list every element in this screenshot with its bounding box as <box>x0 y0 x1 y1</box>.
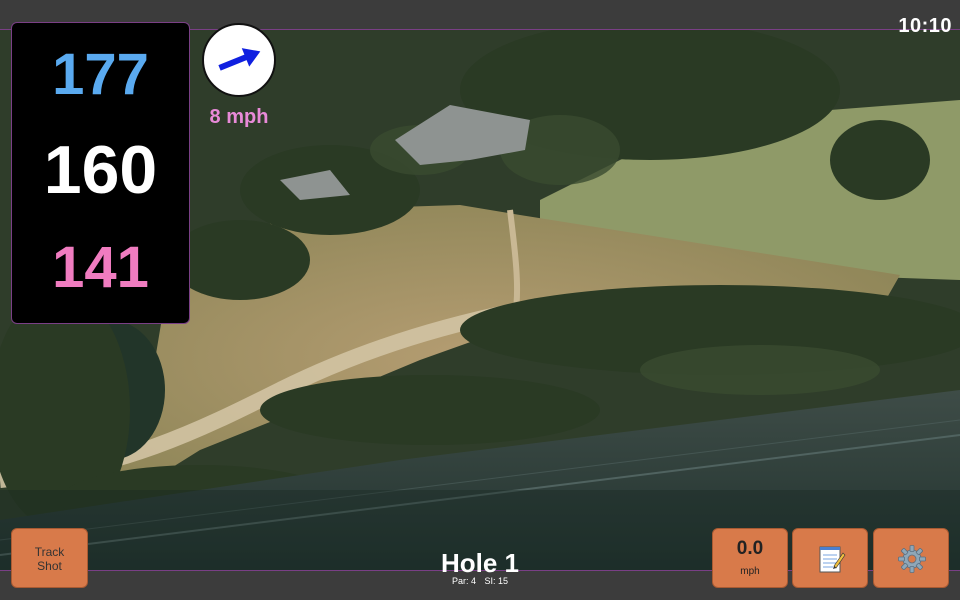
notepad-icon <box>819 546 846 573</box>
speed-value: 0.0 <box>736 538 764 559</box>
front-distance: 141 <box>52 235 149 300</box>
settings-button[interactable] <box>873 528 949 588</box>
hole-stroke-index: SI: 15 <box>484 576 509 586</box>
distance-panel: 177 160 141 <box>11 22 190 324</box>
center-distance: 160 <box>43 132 158 208</box>
wind-direction-dial <box>202 23 276 97</box>
back-distance: 177 <box>52 42 149 107</box>
track-shot-label-line1: Track <box>34 545 65 559</box>
gear-icon <box>898 545 926 573</box>
arrow-right-up-icon <box>218 48 261 71</box>
clock: 10:10 <box>898 15 952 37</box>
notes-button[interactable] <box>792 528 868 588</box>
hole-title: Hole 1 <box>440 548 520 578</box>
wind-speed: 8 mph <box>209 106 269 128</box>
speed-unit: mph <box>740 566 760 577</box>
speed-button[interactable]: 0.0 mph <box>712 528 788 588</box>
hole-par: Par: 4 <box>451 576 476 586</box>
track-shot-label-line2: Shot <box>37 559 62 573</box>
track-shot-button[interactable]: Track Shot <box>11 528 88 588</box>
hole-meta: Par: 4 SI: 15 <box>380 576 580 586</box>
